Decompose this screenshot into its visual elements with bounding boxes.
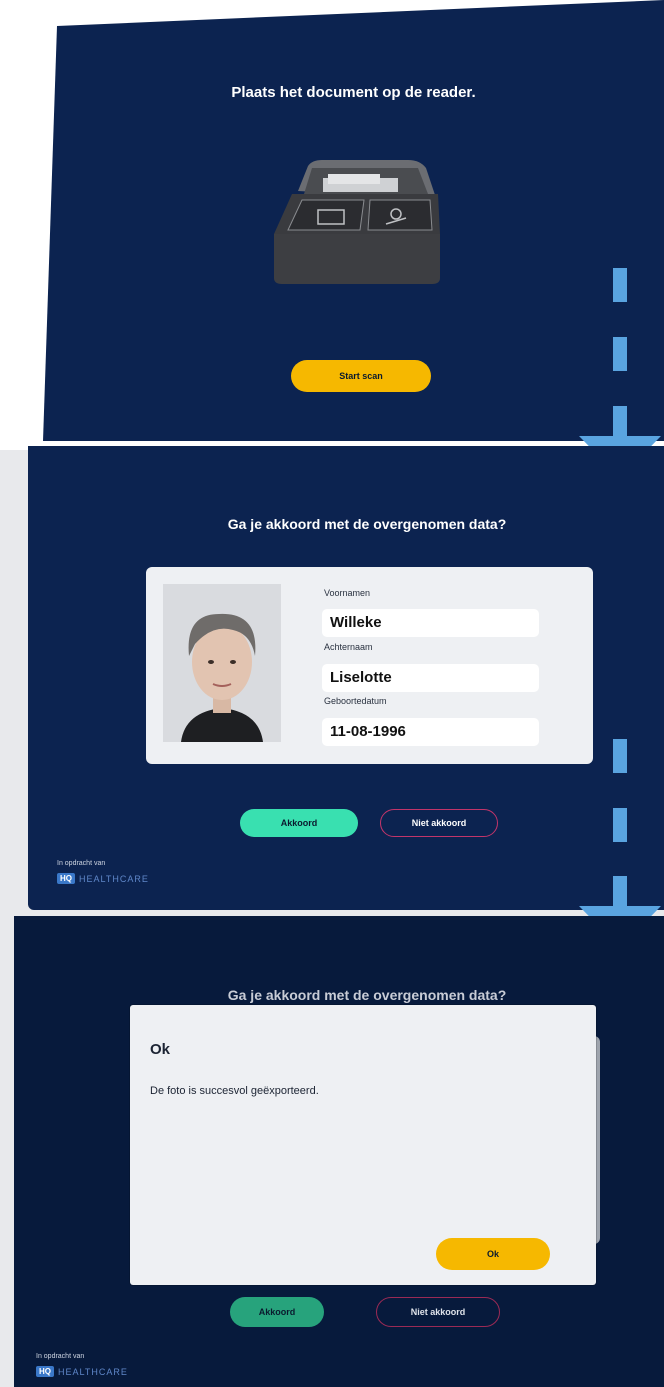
id-photo xyxy=(163,584,281,742)
disagree-button-dimmed: Niet akkoord xyxy=(376,1297,500,1327)
flow-arrow-dash xyxy=(613,876,627,910)
confirm-screen: Ga je akkoord met de overgenomen data? V… xyxy=(28,446,664,910)
export-modal: Ok De foto is succesvol geëxporteerd. Ok xyxy=(130,1005,596,1285)
last-name-value: Liselotte xyxy=(322,664,539,692)
footer-text: In opdracht van xyxy=(36,1353,85,1360)
first-name-label: Voornamen xyxy=(324,588,371,598)
healthcare-logo: HQ HEALTHCARE xyxy=(57,873,149,884)
modal-message: De foto is succesvol geëxporteerd. xyxy=(150,1085,319,1097)
logo-text: HEALTHCARE xyxy=(58,1366,128,1377)
export-screen: Ga je akkoord met de overgenomen data? A… xyxy=(14,916,664,1387)
disagree-button[interactable]: Niet akkoord xyxy=(380,809,498,837)
document-reader-icon xyxy=(274,160,440,284)
birthdate-label: Geboortedatum xyxy=(324,696,387,706)
logo-text: HEALTHCARE xyxy=(79,873,149,884)
agree-button[interactable]: Akkoord xyxy=(240,809,358,837)
footer-text: In opdracht van xyxy=(57,860,106,867)
agree-button-dimmed: Akkoord xyxy=(230,1297,324,1327)
modal-ok-button[interactable]: Ok xyxy=(436,1238,550,1270)
first-name-value: Willeke xyxy=(322,609,539,637)
start-scan-button[interactable]: Start scan xyxy=(291,360,431,392)
last-name-label: Achternaam xyxy=(324,642,373,652)
birthdate-value: 11-08-1996 xyxy=(322,718,539,746)
modal-title: Ok xyxy=(150,1041,171,1058)
logo-badge: HQ xyxy=(57,873,75,884)
confirm-title: Ga je akkoord met de overgenomen data? xyxy=(227,516,507,532)
flow-arrow-dash xyxy=(613,406,627,440)
scan-screen: Plaats het document op de reader. Start … xyxy=(43,0,664,441)
logo-badge: HQ xyxy=(36,1366,54,1377)
scan-title: Plaats het document op de reader. xyxy=(231,84,476,101)
flow-arrow-dash xyxy=(613,808,627,842)
export-title: Ga je akkoord met de overgenomen data? xyxy=(227,987,507,1003)
flow-arrow-dash xyxy=(613,739,627,773)
flow-arrow-dash xyxy=(613,268,627,302)
data-card: Voornamen Willeke Achternaam Liselotte G… xyxy=(146,567,593,764)
flow-arrow-dash xyxy=(613,337,627,371)
healthcare-logo: HQ HEALTHCARE xyxy=(36,1366,128,1377)
